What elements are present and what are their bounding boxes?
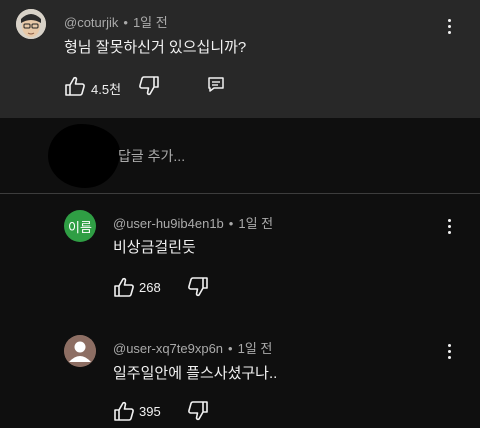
like-count: 268	[139, 280, 161, 295]
avatar[interactable]	[16, 9, 46, 39]
dislike-button[interactable]	[187, 277, 209, 297]
separator: •	[123, 15, 128, 30]
reply-button[interactable]	[207, 76, 225, 94]
dislike-button[interactable]	[138, 76, 160, 96]
reply-input[interactable]: 답글 추가...	[118, 144, 318, 168]
comment-meta: @coturjik • 1일 전	[64, 12, 168, 31]
more-vert-icon[interactable]	[439, 16, 459, 36]
thumb-down-icon	[188, 277, 208, 297]
thumb-down-icon	[188, 401, 208, 421]
avatar-face-icon	[16, 9, 46, 39]
reply-icon	[208, 77, 224, 92]
like-button[interactable]	[113, 277, 135, 297]
like-count: 4.5천	[91, 82, 122, 97]
author-name[interactable]: @user-xq7te9xp6n	[113, 341, 223, 356]
author-name[interactable]: @coturjik	[64, 15, 118, 30]
separator: •	[228, 216, 234, 231]
thumb-up-icon	[114, 277, 134, 297]
main-comment: @coturjik • 1일 전 형님 잘못하신거 있으십니까? 4.5천	[0, 0, 480, 118]
user-avatar	[48, 124, 120, 188]
author-name[interactable]: @user-hu9ib4en1b	[113, 216, 224, 231]
reply-text: 일주일안에 플스사셨구나..	[113, 365, 278, 382]
like-count: 395	[139, 404, 161, 419]
reply-meta: @user-xq7te9xp6n • 1일 전	[113, 338, 272, 357]
timestamp: 1일 전	[238, 216, 274, 231]
comment-text: 형님 잘못하신거 있으십니까?	[64, 39, 247, 56]
timestamp: 1일 전	[132, 15, 168, 30]
timestamp: 1일 전	[237, 341, 273, 356]
like-button[interactable]	[64, 76, 86, 96]
thumb-down-icon	[139, 76, 159, 96]
reply-text: 비상금걸린듯	[113, 239, 196, 256]
reply-meta: @user-hu9ib4en1b • 1일 전	[113, 213, 273, 232]
divider	[0, 193, 480, 194]
like-button[interactable]	[113, 401, 135, 421]
avatar-label: 이름	[68, 219, 92, 235]
separator: •	[228, 341, 233, 356]
avatar[interactable]	[64, 335, 96, 367]
thumb-up-icon	[65, 76, 85, 96]
more-vert-icon[interactable]	[439, 216, 459, 236]
default-user-icon	[64, 335, 96, 367]
thumb-up-icon	[114, 401, 134, 421]
dislike-button[interactable]	[187, 401, 209, 421]
avatar[interactable]: 이름	[64, 210, 96, 242]
more-vert-icon[interactable]	[439, 341, 459, 361]
